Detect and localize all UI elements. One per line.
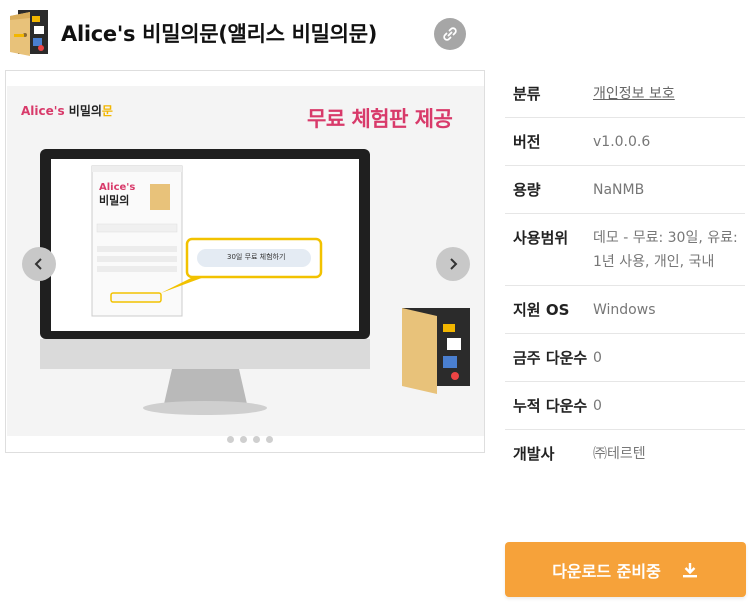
screenshot-carousel: Alice's 비밀의 Alice's 비밀의문 무료 체험판 제공 30일 무… [5,70,485,453]
info-label: 버전 [513,133,541,151]
info-label: 누적 다운수 [513,397,588,415]
info-value: NaNMB [593,182,645,198]
carousel-dots [227,436,273,443]
info-value: ㈜테르텐 [593,446,646,462]
info-row-category: 분류 개인정보 보호 [505,70,745,118]
svg-text:Alice's: Alice's [99,182,135,193]
carousel-dot[interactable] [266,436,273,443]
link-icon [443,27,457,41]
carousel-dot[interactable] [240,436,247,443]
info-label: 지원 OS [513,301,570,319]
info-label: 사용범위 [513,229,569,247]
carousel-dot[interactable] [227,436,234,443]
chevron-left-icon [34,258,42,270]
info-value: 0 [593,350,602,366]
info-label: 금주 다운수 [513,349,588,367]
info-row-total-downloads: 누적 다운수 0 [505,382,745,430]
info-value: Windows [593,302,656,318]
info-row-version: 버전 v1.0.0.6 [505,118,745,166]
info-row-weekly-downloads: 금주 다운수 0 [505,334,745,382]
download-button-label: 다운로드 준비중 [552,561,661,581]
brand-accent: 문 [101,104,113,118]
info-value: v1.0.0.6 [593,134,651,150]
app-icon [6,8,54,58]
info-row-size: 용량 NaNMB [505,166,745,214]
download-icon [682,562,697,577]
promo-text: 무료 체험판 제공 [307,107,453,131]
category-link[interactable]: 개인정보 보호 [593,82,745,106]
carousel-prev-button[interactable] [22,247,56,281]
download-button[interactable]: 다운로드 준비중 [505,542,746,597]
info-label: 용량 [513,181,541,199]
info-value: 데모 - 무료: 30일, 유료: 1년 사용, 개인, 국내 [593,230,738,270]
info-row-license: 사용범위 데모 - 무료: 30일, 유료: 1년 사용, 개인, 국내 [505,214,745,286]
info-row-developer: 개발사 ㈜테르텐 [505,430,745,477]
brand-logo: Alice's 비밀의문 [21,102,113,119]
svg-text:비밀의: 비밀의 [99,193,129,207]
brand-main: 비밀의 [68,104,102,118]
info-row-os: 지원 OS Windows [505,286,745,334]
share-link-button[interactable] [434,18,466,50]
chevron-right-icon [450,258,458,270]
page-title: Alice's 비밀의문(앨리스 비밀의문) [61,22,378,46]
info-value: 0 [593,398,602,414]
app-info-table: 분류 개인정보 보호 버전 v1.0.0.6 용량 NaNMB 사용범위 데모 … [505,70,745,477]
info-label: 개발사 [513,445,555,463]
carousel-dot[interactable] [253,436,260,443]
carousel-slide: Alice's 비밀의 Alice's 비밀의문 무료 체험판 제공 30일 무… [7,86,484,436]
screen-trial-button-label: 30일 무료 체험하기 [227,253,286,261]
carousel-next-button[interactable] [436,247,470,281]
brand-prefix: Alice's [21,104,65,118]
info-label: 분류 [513,85,541,103]
